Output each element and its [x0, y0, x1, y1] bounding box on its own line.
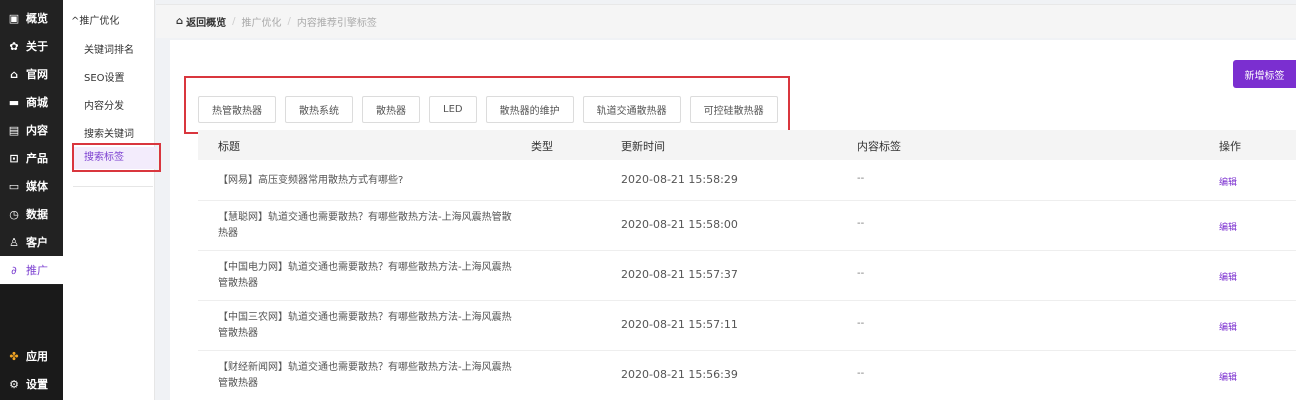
nav-item-customer[interactable]: ♙ 客户 — [0, 228, 63, 256]
nav-item-data[interactable]: ◷ 数据 — [0, 200, 63, 228]
main-nav: ▣ 概览 ✿ 关于 ⌂ 官网 ▬ 商城 ▤ 内容 ⊡ 产品 ▭ 媒体 ◷ 数据 ♙ 客户 ∂ 推广 … — [0, 0, 63, 400]
nav-item-about[interactable]: ✿ 关于 — [0, 32, 63, 60]
row-content-tag: -- — [857, 268, 865, 279]
box-icon: ⊡ — [9, 151, 19, 165]
nav-label: 内容 — [26, 124, 48, 137]
sub-menu: ^推广优化 关键词排名 SEO设置 内容分发 搜索关键词 搜索标签 — [63, 0, 157, 400]
row-updated: 2020-08-21 15:58:29 — [621, 173, 738, 186]
nav-label: 产品 — [26, 152, 48, 165]
table-row: 【中国电力网】轨道交通也需要散热？有哪些散热方法-上海风震热管散热器 2020-… — [198, 251, 1296, 301]
row-content-tag: -- — [857, 173, 865, 184]
home-icon: ⌂ — [10, 67, 18, 81]
row-updated: 2020-08-21 15:57:11 — [621, 318, 738, 331]
submenu-item-search-keywords[interactable]: 搜索关键词 — [84, 125, 134, 140]
row-title: 【网易】高压变频器常用散热方式有哪些? — [218, 175, 404, 186]
breadcrumb: ⌂ 返回概览 / 推广优化 / 内容推荐引擎标签 — [156, 4, 1296, 38]
submenu-item-distribution[interactable]: 内容分发 — [84, 97, 124, 112]
table-row: 【网易】高压变频器常用散热方式有哪些? 2020-08-21 15:58:29 … — [198, 160, 1296, 201]
edit-link[interactable]: 编辑 — [1219, 320, 1237, 333]
row-updated: 2020-08-21 15:58:00 — [621, 218, 738, 231]
document-icon: ▤ — [8, 123, 20, 137]
table-header: 标题 类型 更新时间 内容标签 操作 — [198, 130, 1296, 160]
nav-item-media[interactable]: ▭ 媒体 — [0, 172, 63, 200]
nav-item-settings[interactable]: ⚙ 设置 — [0, 370, 63, 398]
column-header-content-tag: 内容标签 — [857, 140, 901, 153]
add-tag-button[interactable]: 新增标签 — [1233, 60, 1296, 88]
monitor-icon: ▣ — [8, 11, 20, 25]
apps-icon: ✤ — [9, 349, 19, 363]
column-header-type: 类型 — [531, 140, 553, 153]
nav-label: 设置 — [26, 378, 48, 391]
nav-label: 媒体 — [26, 180, 48, 193]
nav-item-apps[interactable]: ✤ 应用 — [0, 342, 63, 370]
table-row: 【中国三农网】轨道交通也需要散热？有哪些散热方法-上海风震热管散热器 2020-… — [198, 301, 1296, 351]
row-title: 【中国三农网】轨道交通也需要散热？有哪些散热方法-上海风震热管散热器 — [218, 312, 512, 339]
row-content-tag: -- — [857, 318, 865, 329]
row-title: 【慧聪网】轨道交通也需要散热？有哪些散热方法-上海风震热管散热器 — [218, 212, 512, 239]
submenu-item-seo[interactable]: SEO设置 — [84, 69, 125, 84]
row-title: 【财经新闻网】轨道交通也需要散热？有哪些散热方法-上海风震热管散热器 — [218, 362, 512, 389]
nav-item-product[interactable]: ⊡ 产品 — [0, 144, 63, 172]
gear-icon: ✿ — [9, 39, 19, 53]
video-icon: ▭ — [8, 179, 20, 193]
column-header-actions: 操作 — [1219, 140, 1241, 153]
shop-icon: ▬ — [8, 95, 20, 109]
submenu-item-keyword-rank[interactable]: 关键词排名 — [84, 41, 134, 56]
submenu-group-label: 推广优化 — [79, 16, 120, 27]
breadcrumb-home-link[interactable]: ⌂ 返回概览 — [176, 14, 226, 29]
nav-label: 应用 — [26, 350, 48, 363]
nav-label: 数据 — [26, 208, 48, 221]
nav-item-overview[interactable]: ▣ 概览 — [0, 4, 63, 32]
table-row: 【慧聪网】轨道交通也需要散热？有哪些散热方法-上海风震热管散热器 2020-08… — [198, 201, 1296, 251]
nav-item-promotion[interactable]: ∂ 推广 — [0, 256, 63, 284]
breadcrumb-home-label: 返回概览 — [186, 18, 227, 29]
settings-icon: ⚙ — [9, 377, 19, 391]
edit-link[interactable]: 编辑 — [1219, 175, 1237, 188]
nav-item-shop[interactable]: ▬ 商城 — [0, 88, 63, 116]
row-updated: 2020-08-21 15:57:37 — [621, 268, 738, 281]
table-row: 【财经新闻网】轨道交通也需要散热？有哪些散热方法-上海风震热管散热器 2020-… — [198, 351, 1296, 400]
breadcrumb-separator: / — [232, 16, 236, 27]
clock-icon: ◷ — [9, 207, 19, 221]
paperclip-icon: ∂ — [11, 263, 17, 277]
nav-label: 客户 — [26, 236, 48, 249]
user-icon: ♙ — [9, 235, 19, 249]
column-header-title: 标题 — [218, 140, 240, 153]
breadcrumb-current: 内容推荐引擎标签 — [296, 18, 377, 29]
nav-label: 官网 — [26, 68, 48, 81]
row-updated: 2020-08-21 15:56:39 — [621, 368, 738, 381]
column-header-updated: 更新时间 — [621, 140, 665, 153]
row-content-tag: -- — [857, 368, 865, 379]
home-icon: ⌂ — [176, 16, 184, 27]
nav-item-website[interactable]: ⌂ 官网 — [0, 60, 63, 88]
submenu-group-toggle[interactable]: ^推广优化 — [71, 12, 119, 27]
highlight-box-submenu — [72, 143, 161, 172]
submenu-divider — [73, 186, 153, 187]
nav-label: 关于 — [26, 40, 48, 53]
breadcrumb-separator: / — [287, 16, 291, 27]
nav-label: 推广 — [26, 264, 48, 277]
row-title: 【中国电力网】轨道交通也需要散热？有哪些散热方法-上海风震热管散热器 — [218, 262, 512, 289]
nav-label: 商城 — [26, 96, 48, 109]
highlight-box-tags — [184, 76, 790, 134]
nav-item-content[interactable]: ▤ 内容 — [0, 116, 63, 144]
edit-link[interactable]: 编辑 — [1219, 220, 1237, 233]
edit-link[interactable]: 编辑 — [1219, 370, 1237, 383]
breadcrumb-item[interactable]: 推广优化 — [242, 14, 282, 29]
edit-link[interactable]: 编辑 — [1219, 270, 1237, 283]
nav-label: 概览 — [26, 12, 48, 25]
row-content-tag: -- — [857, 218, 865, 229]
